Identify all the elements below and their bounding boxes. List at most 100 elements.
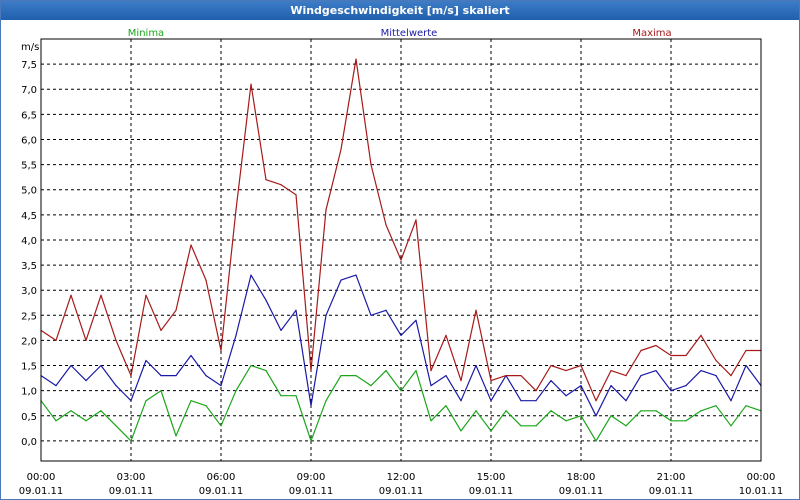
series-mittelwerte-point bbox=[670, 390, 672, 392]
series-mittelwerte-point bbox=[700, 369, 702, 372]
series-maxima-point bbox=[175, 309, 177, 311]
series-mittelwerte-point bbox=[130, 400, 132, 402]
series-minima-point bbox=[325, 400, 327, 402]
x-tick-date: 09.01.11 bbox=[289, 486, 334, 497]
y-tick-label: 0,5 bbox=[21, 412, 37, 423]
series-minima-point bbox=[730, 425, 732, 427]
x-tick-time: 09:00 bbox=[297, 472, 326, 483]
series-minima-point bbox=[205, 405, 207, 407]
series-minima-point bbox=[250, 364, 252, 367]
series-maxima-point bbox=[310, 369, 312, 372]
series-minima-point bbox=[160, 390, 162, 392]
series-minima-point bbox=[295, 395, 297, 397]
y-tick-label: 3,0 bbox=[21, 286, 37, 297]
series-mittelwerte-point bbox=[745, 364, 747, 367]
series-maxima-point bbox=[130, 374, 132, 377]
grid bbox=[41, 39, 761, 461]
series-maxima-point bbox=[205, 279, 207, 281]
series-minima-point bbox=[310, 440, 312, 442]
legend-maxima: Maxima bbox=[632, 28, 671, 39]
series-mittelwerte-point bbox=[295, 309, 297, 311]
series-minima-point bbox=[520, 425, 522, 427]
series-mittelwerte-point bbox=[325, 314, 327, 316]
series-maxima-point bbox=[520, 374, 522, 377]
series-mittelwerte-point bbox=[385, 309, 387, 311]
series-maxima-point bbox=[490, 380, 492, 382]
series-minima-point bbox=[610, 415, 612, 417]
series-maxima-point bbox=[160, 329, 162, 331]
x-tick-time: 03:00 bbox=[117, 472, 146, 483]
y-tick-label: 7,0 bbox=[21, 85, 37, 96]
series-maxima-point bbox=[640, 349, 642, 352]
series-mittelwerte-point bbox=[370, 314, 372, 316]
series-minima-point bbox=[580, 415, 582, 417]
series-minima-point bbox=[415, 369, 417, 372]
series-mittelwerte-point bbox=[190, 354, 192, 357]
series-maxima-point bbox=[190, 244, 192, 246]
series-minima-point bbox=[280, 395, 282, 397]
series-mittelwerte-point bbox=[490, 400, 492, 402]
y-tick-label: 5,5 bbox=[21, 161, 37, 172]
x-tick-date: 09.01.11 bbox=[559, 486, 604, 497]
series-mittelwerte-point bbox=[175, 374, 177, 377]
series-mittelwerte-point bbox=[715, 374, 717, 377]
series-mittelwerte-point bbox=[415, 319, 417, 321]
series-mittelwerte-point bbox=[70, 364, 72, 367]
series-minima-point bbox=[655, 410, 657, 412]
series-maxima-point bbox=[340, 148, 342, 151]
x-tick-time: 18:00 bbox=[567, 472, 596, 483]
y-tick-label: 0,0 bbox=[21, 437, 37, 448]
series-mittelwerte-point bbox=[55, 385, 57, 387]
series-maxima-point bbox=[235, 209, 237, 211]
series-minima-point bbox=[220, 425, 222, 427]
x-tick-labels: 00:00 09.01.11 03:00 09.01.11 06:00 09.01.11 0… bbox=[19, 472, 784, 497]
y-tick-labels: 0,0 0,5 1,0 1,5 2,0 2,5 3,0 3,5 4,0 4,5 5,0 5,5 6,0 6… bbox=[21, 60, 37, 448]
series-maxima-point bbox=[325, 209, 327, 211]
series-mittelwerte-point bbox=[625, 400, 627, 402]
series-mittelwerte-point bbox=[550, 380, 552, 382]
x-tick-date: 09.01.11 bbox=[649, 486, 694, 497]
series-mittelwerte-point bbox=[685, 385, 687, 387]
series-minima-point bbox=[475, 410, 477, 412]
series-maxima-point bbox=[70, 294, 72, 296]
series-maxima-point bbox=[445, 334, 447, 337]
series-maxima-point bbox=[295, 194, 297, 196]
series-maxima-point bbox=[565, 369, 567, 372]
x-tick-time: 21:00 bbox=[657, 472, 686, 483]
series-maxima-point bbox=[400, 259, 402, 261]
x-tick-date: 09.01.11 bbox=[199, 486, 244, 497]
y-tick-label: 4,5 bbox=[21, 211, 37, 222]
series-mittelwerte-point bbox=[475, 364, 477, 367]
window-title: Windgeschwindigkeit [m/s] skaliert bbox=[1, 1, 799, 20]
series-maxima-point bbox=[100, 294, 102, 296]
series-minima-point bbox=[505, 410, 507, 412]
x-tick-date: 09.01.11 bbox=[19, 486, 64, 497]
x-tick-time: 00:00 bbox=[27, 472, 56, 483]
series-minima-point bbox=[745, 405, 747, 407]
series-maxima-point bbox=[385, 224, 387, 226]
legend-mittelwerte: Mittelwerte bbox=[381, 28, 438, 39]
series-minima-point bbox=[490, 430, 492, 432]
series-maxima-point bbox=[505, 374, 507, 377]
series-minima-point bbox=[100, 410, 102, 412]
series-mittelwerte-point bbox=[100, 364, 102, 367]
x-tick-date: 09.01.11 bbox=[109, 486, 154, 497]
series-maxima-point bbox=[655, 344, 657, 347]
series-minima-point bbox=[175, 435, 177, 437]
y-tick-label: 2,5 bbox=[21, 311, 37, 322]
series-maxima-point bbox=[460, 380, 462, 382]
series-maxima-point bbox=[265, 179, 267, 181]
x-tick-date: 09.01.11 bbox=[379, 486, 424, 497]
series-mittelwerte-point bbox=[610, 385, 612, 387]
series-maxima-point bbox=[745, 349, 747, 352]
series-minima-point bbox=[115, 425, 117, 427]
y-tick-label: 4,0 bbox=[21, 236, 37, 247]
series-maxima-point bbox=[730, 374, 732, 377]
y-axis-unit-label: m/s bbox=[21, 42, 39, 53]
series-maxima-point bbox=[220, 349, 222, 352]
x-tick-date: 10.01.11 bbox=[739, 486, 784, 497]
series-minima-point bbox=[370, 385, 372, 387]
series-minima-point bbox=[625, 425, 627, 427]
series-maxima-point bbox=[670, 354, 672, 357]
series-mittelwerte-point bbox=[535, 400, 537, 402]
